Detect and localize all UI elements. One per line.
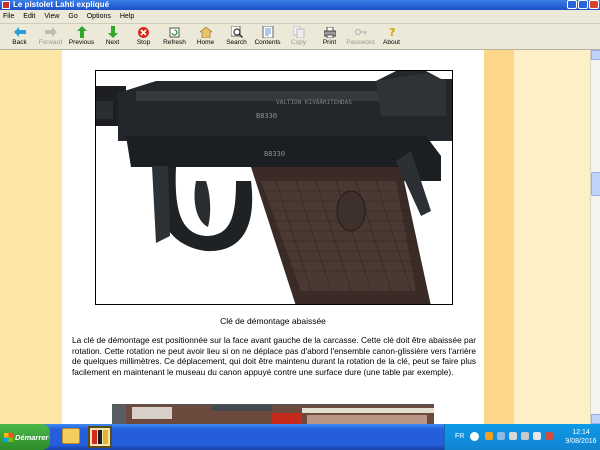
photo-serial-frame: B8330 (264, 150, 285, 158)
windows-flag-icon (4, 432, 13, 442)
start-button[interactable]: Démarrer (0, 424, 50, 450)
home-button[interactable]: Home (190, 24, 221, 46)
copy-label: Copy (290, 39, 307, 46)
refresh-label: Refresh (163, 39, 186, 46)
menu-help[interactable]: Help (120, 13, 134, 20)
help-viewer-task-icon[interactable] (88, 426, 112, 448)
article-paragraph: La clé de démontage est positionnée sur … (72, 335, 476, 377)
minimize-button[interactable] (567, 0, 577, 9)
scroll-up-arrow[interactable] (591, 50, 600, 60)
pistol-illustration: VALTION KIVÄÄRITEHDAS B8330 B8330 (96, 71, 452, 304)
copy-button[interactable]: Copy (283, 24, 314, 46)
scroll-down-arrow[interactable] (591, 414, 600, 424)
svg-text:?: ? (389, 26, 395, 38)
forward-arrow-icon (44, 26, 57, 38)
clock-date: 9/08/2016 (565, 438, 597, 445)
window-title-bar[interactable]: Le pistolet Lahti expliqué (0, 0, 600, 10)
window-controls (567, 0, 599, 9)
refresh-icon (168, 26, 181, 38)
back-button[interactable]: Back (4, 24, 35, 46)
tray-security-icon[interactable] (545, 432, 553, 440)
search-label: Search (226, 39, 247, 46)
app-icon (2, 1, 10, 9)
tray-volume-icon[interactable] (533, 432, 541, 440)
back-arrow-icon (13, 26, 26, 38)
forward-label: Forward (38, 39, 63, 46)
stop-label: Stop (136, 39, 151, 46)
pistol-photo: VALTION KIVÄÄRITEHDAS B8330 B8330 (95, 70, 453, 305)
right-margin-band (484, 50, 514, 424)
taskbar: Démarrer FR 12:14 9/08/2016 (0, 424, 600, 450)
app-thumbnail-icon (90, 428, 110, 446)
article-page: VALTION KIVÄÄRITEHDAS B8330 B8330 Clé de… (62, 50, 484, 424)
previous-label: Previous (68, 39, 95, 46)
photo-caption: Clé de démontage abaissée (220, 316, 326, 326)
vertical-scrollbar[interactable] (590, 50, 600, 424)
print-button[interactable]: Print (314, 24, 345, 46)
search-icon (230, 26, 243, 38)
up-arrow-icon (75, 26, 88, 38)
password-icon (354, 26, 367, 38)
start-label: Démarrer (15, 432, 49, 442)
about-button[interactable]: ? About (376, 24, 407, 46)
tray-network-icon[interactable] (521, 432, 529, 440)
home-icon (199, 26, 212, 38)
content-area: VALTION KIVÄÄRITEHDAS B8330 B8330 Clé de… (0, 50, 590, 424)
print-label: Print (322, 39, 337, 46)
refresh-button[interactable]: Refresh (159, 24, 190, 46)
second-photo-illustration (112, 405, 434, 424)
menu-edit[interactable]: Edit (23, 13, 35, 20)
contents-icon (261, 26, 274, 38)
clock-time: 12:14 (572, 429, 590, 436)
language-indicator[interactable]: FR (455, 433, 464, 440)
print-icon (323, 26, 336, 38)
stop-icon (137, 26, 150, 38)
password-button[interactable]: Password (345, 24, 376, 46)
next-button[interactable]: Next (97, 24, 128, 46)
back-label: Back (12, 39, 27, 46)
menu-options[interactable]: Options (87, 13, 111, 20)
tray-app-icon-3[interactable] (509, 432, 517, 440)
tray-expand-icon[interactable] (470, 432, 479, 441)
forward-button[interactable]: Forward (35, 24, 66, 46)
photo-serial-top: B8330 (256, 112, 277, 120)
tray-app-icon-2[interactable] (497, 432, 505, 440)
menu-bar: File Edit View Go Options Help (0, 10, 600, 24)
search-button[interactable]: Search (221, 24, 252, 46)
about-label: About (383, 39, 400, 46)
left-margin-band (0, 50, 62, 424)
toolbar: Back Forward Previous Next Stop Refresh (0, 24, 600, 50)
close-button[interactable] (589, 0, 599, 9)
home-label: Home (196, 39, 215, 46)
window-title: Le pistolet Lahti expliqué (13, 0, 110, 9)
second-photo (112, 404, 434, 424)
down-arrow-icon (106, 26, 119, 38)
maximize-button[interactable] (578, 0, 588, 9)
contents-label: Contents (254, 39, 281, 46)
folder-task-icon[interactable] (62, 428, 80, 444)
menu-go[interactable]: Go (68, 13, 77, 20)
right-pale-band (514, 50, 590, 424)
about-icon: ? (385, 26, 398, 38)
menu-view[interactable]: View (44, 13, 59, 20)
photo-engraving: VALTION KIVÄÄRITEHDAS (276, 99, 352, 106)
copy-icon (292, 26, 305, 38)
scroll-thumb[interactable] (591, 172, 600, 196)
stop-button[interactable]: Stop (128, 24, 159, 46)
tray-app-icon-1[interactable] (485, 432, 493, 440)
menu-file[interactable]: File (3, 13, 14, 20)
contents-button[interactable]: Contents (252, 24, 283, 46)
system-tray: FR 12:14 9/08/2016 (444, 424, 600, 450)
password-label: Password (346, 39, 375, 46)
next-label: Next (105, 39, 120, 46)
previous-button[interactable]: Previous (66, 24, 97, 46)
clock[interactable]: 12:14 9/08/2016 (563, 428, 599, 446)
